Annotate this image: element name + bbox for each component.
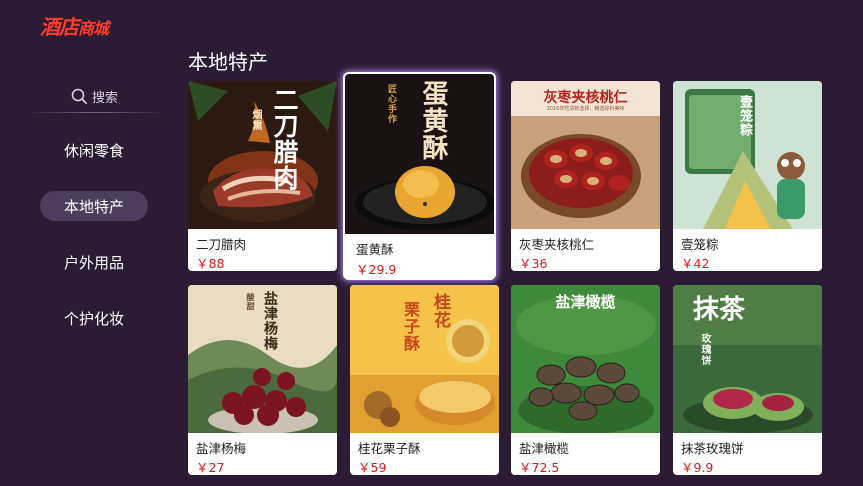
product-card-salted-bayberry[interactable]: 盐津杨梅 酸甜 盐津杨梅 ￥27 <box>188 285 337 475</box>
product-art-title: 盐津杨梅 <box>262 291 278 351</box>
product-name: 盐津橄榄 <box>519 441 570 456</box>
product-image: 盐津橄榄 <box>511 285 660 433</box>
product-art-title: 蛋黄酥 <box>418 80 448 161</box>
sidebar-item-label: 户外用品 <box>63 253 124 272</box>
sidebar-item-local-specialties[interactable]: 本地特产 <box>40 191 148 221</box>
product-card-salted-olive[interactable]: 盐津橄榄 盐津橄榄 ￥72.5 <box>511 285 660 475</box>
product-price: ￥72.5 <box>519 460 560 475</box>
product-name: 灰枣夹核桃仁 <box>519 237 595 252</box>
product-image: 桂花 栗子酥 <box>350 285 499 433</box>
product-price: ￥27 <box>196 460 225 475</box>
product-card-jujube-walnut[interactable]: 灰枣夹核桃仁 2016年吃货新选择，精选好料美味 灰枣夹核桃仁 ￥36 <box>511 81 660 271</box>
product-price: ￥88 <box>196 256 225 271</box>
product-card-osmanthus-chestnut[interactable]: 桂花 栗子酥 桂花栗子酥 ￥59 <box>350 285 499 475</box>
product-name: 桂花栗子酥 <box>358 441 421 456</box>
product-card-egg-yolk-pastry[interactable]: 蛋黄酥 匠心手作 蛋黄酥 ￥29.9 <box>345 74 494 278</box>
search-divider <box>28 112 164 113</box>
product-name: 蛋黄酥 <box>356 242 394 257</box>
product-art-title: 灰枣夹核桃仁 <box>543 90 628 106</box>
product-art-title: 盐津橄榄 <box>555 293 616 311</box>
sidebar-item-outdoor[interactable]: 户外用品 <box>40 247 148 277</box>
sidebar: 搜索 休闲零食 本地特产 户外用品 个护化妆 <box>0 0 180 486</box>
product-art-title: 二刀腊肉 <box>270 87 299 191</box>
product-name: 壹笼粽 <box>681 237 719 252</box>
search-icon <box>71 88 88 105</box>
product-price: ￥29.9 <box>356 262 397 277</box>
product-image: 壹笼粽 <box>673 81 822 229</box>
product-name: 抹茶玫瑰饼 <box>681 441 744 456</box>
product-image: 抹茶 玫瑰饼 <box>673 285 822 433</box>
product-art-title: 桂花 <box>430 293 450 329</box>
product-card-cured-pork[interactable]: 二刀腊肉 烟熏 二刀腊肉 ￥88 <box>188 81 337 271</box>
page-title: 本地特产 <box>188 50 268 74</box>
product-art-tag: 酸甜 <box>246 293 256 311</box>
product-price: ￥59 <box>358 460 387 475</box>
sidebar-item-snacks[interactable]: 休闲零食 <box>40 135 148 165</box>
product-image: 盐津杨梅 酸甜 <box>188 285 337 433</box>
sidebar-item-personal-care[interactable]: 个护化妆 <box>40 303 148 333</box>
product-art-title: 抹茶 <box>693 295 746 325</box>
product-price: ￥36 <box>519 256 548 271</box>
product-art-tag: 烟熏 <box>250 109 261 131</box>
product-name: 盐津杨梅 <box>196 441 247 456</box>
product-art-badge: 壹笼粽 <box>737 95 752 137</box>
product-price: ￥9.9 <box>681 460 714 475</box>
product-art-tag: 匠心手作 <box>386 84 396 124</box>
product-name: 二刀腊肉 <box>196 237 247 252</box>
sidebar-item-label: 本地特产 <box>63 197 124 216</box>
product-art-title-2: 栗子酥 <box>401 301 420 352</box>
product-art-subtitle: 玫瑰饼 <box>699 333 710 366</box>
product-art-subtitle: 2016年吃货新选择，精选好料美味 <box>546 106 625 112</box>
product-card-matcha-rose-cake[interactable]: 抹茶 玫瑰饼 抹茶玫瑰饼 ￥9.9 <box>673 285 822 475</box>
search-label: 搜索 <box>92 90 119 106</box>
product-image: 二刀腊肉 烟熏 <box>188 81 337 229</box>
product-card-zongzi[interactable]: 壹笼粽 壹笼粽 ￥42 <box>673 81 822 271</box>
search-button[interactable]: 搜索 <box>71 86 118 106</box>
sidebar-item-label: 个护化妆 <box>63 309 124 328</box>
product-image: 灰枣夹核桃仁 2016年吃货新选择，精选好料美味 <box>511 81 660 229</box>
sidebar-item-label: 休闲零食 <box>63 141 124 160</box>
product-price: ￥42 <box>681 256 710 271</box>
product-image: 蛋黄酥 匠心手作 <box>345 74 494 234</box>
